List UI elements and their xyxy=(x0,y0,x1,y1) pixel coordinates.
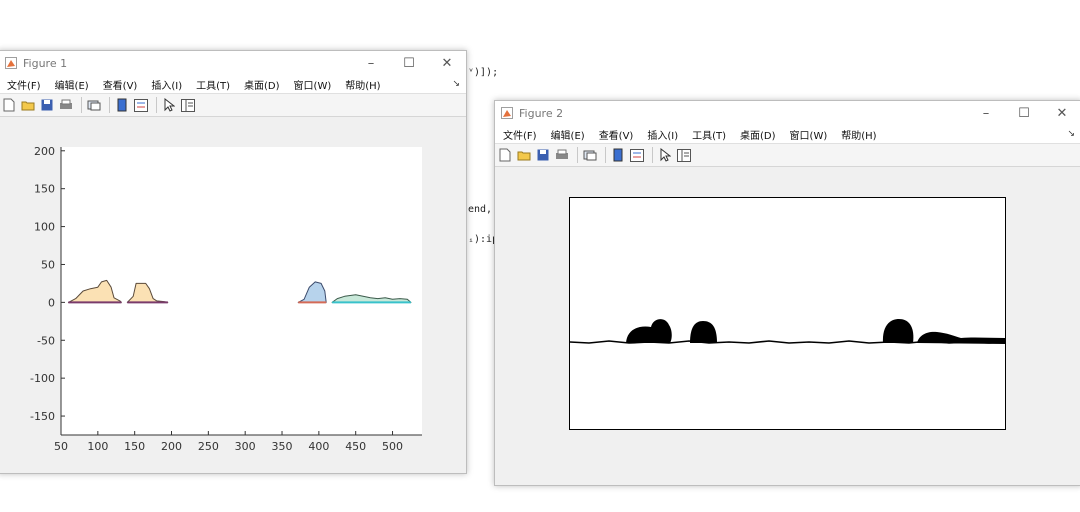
figure2-window[interactable]: Figure 2 – ☐ ✕ 文件(F) 编辑(E) 查看(V) 插入(I) 工… xyxy=(494,100,1080,486)
y-tick-label: 200 xyxy=(34,145,55,158)
x-tick-label: 350 xyxy=(272,440,293,453)
insert-legend-icon[interactable] xyxy=(629,147,645,163)
menubar-overflow-icon[interactable]: ↘ xyxy=(1067,129,1075,139)
figure1-plot[interactable]: 200150100500-50-100-15050 100 150 200 250 300… xyxy=(0,115,464,471)
y-tick-label: -50 xyxy=(37,334,55,347)
code-fragment-3: end, xyxy=(468,204,493,215)
x-tick-label: 400 xyxy=(308,440,329,453)
menu-view[interactable]: 查看(V) xyxy=(103,77,138,92)
link-plot-icon[interactable] xyxy=(582,147,598,163)
save-icon[interactable] xyxy=(39,97,55,113)
toolbar-separator xyxy=(605,147,606,163)
menu-insert[interactable]: 插入(I) xyxy=(647,127,678,142)
menu-edit[interactable]: 编辑(E) xyxy=(55,77,89,92)
x-tick-label: 300 xyxy=(235,440,256,453)
menu-insert[interactable]: 插入(I) xyxy=(151,77,182,92)
menu-desktop[interactable]: 桌面(D) xyxy=(740,127,776,142)
toolbar-separator xyxy=(156,97,157,113)
menu-file[interactable]: 文件(F) xyxy=(7,77,41,92)
menubar-overflow-icon[interactable]: ↘ xyxy=(452,79,460,89)
code-fragment-1: ᵛ)]); xyxy=(468,67,499,78)
minimize-button[interactable]: – xyxy=(967,101,1005,125)
x-tick-label: 50 xyxy=(54,440,68,453)
figure2-titlebar[interactable]: Figure 2 – ☐ ✕ xyxy=(495,101,1080,125)
figure2-toolbar xyxy=(495,143,1080,167)
menu-help[interactable]: 帮助(H) xyxy=(345,77,380,92)
maximize-button[interactable]: ☐ xyxy=(1005,101,1043,125)
property-inspector-icon[interactable] xyxy=(676,147,692,163)
menu-window[interactable]: 窗口(W) xyxy=(790,127,828,142)
figure1-axes-area[interactable]: 200 150 100 50 0 -50 -100 -150 50 100 150 200 250 300… xyxy=(0,115,464,471)
close-button[interactable]: ✕ xyxy=(1043,101,1080,125)
insert-colorbar-icon[interactable] xyxy=(610,147,626,163)
figure1-window[interactable]: Figure 1 – ☐ ✕ 文件(F) 编辑(E) 查看(V) 插入(I) 工… xyxy=(0,50,467,474)
print-icon[interactable] xyxy=(554,147,570,163)
plot-background xyxy=(61,147,422,435)
y-tick-label: 50 xyxy=(41,258,55,271)
menu-desktop[interactable]: 桌面(D) xyxy=(244,77,280,92)
x-tick-label: 150 xyxy=(124,440,145,453)
link-plot-icon[interactable] xyxy=(86,97,102,113)
figure2-title: Figure 2 xyxy=(519,106,564,120)
close-button[interactable]: ✕ xyxy=(428,51,466,75)
new-figure-icon[interactable] xyxy=(1,97,17,113)
property-inspector-icon[interactable] xyxy=(180,97,196,113)
figure1-titlebar[interactable]: Figure 1 – ☐ ✕ xyxy=(0,51,466,75)
edit-plot-arrow-icon[interactable] xyxy=(161,97,177,113)
menu-view[interactable]: 查看(V) xyxy=(599,127,634,142)
print-icon[interactable] xyxy=(58,97,74,113)
toolbar-separator xyxy=(81,97,82,113)
edit-plot-arrow-icon[interactable] xyxy=(657,147,673,163)
menu-tools[interactable]: 工具(T) xyxy=(196,77,230,92)
y-tick-label: -150 xyxy=(30,410,55,423)
menu-window[interactable]: 窗口(W) xyxy=(294,77,332,92)
toolbar-separator xyxy=(577,147,578,163)
figure1-menubar: 文件(F) 编辑(E) 查看(V) 插入(I) 工具(T) 桌面(D) 窗口(W… xyxy=(0,75,466,93)
minimize-button[interactable]: – xyxy=(352,51,390,75)
y-tick-label: -100 xyxy=(30,372,55,385)
menu-tools[interactable]: 工具(T) xyxy=(692,127,726,142)
x-tick-label: 450 xyxy=(345,440,366,453)
menu-edit[interactable]: 编辑(E) xyxy=(551,127,585,142)
menu-file[interactable]: 文件(F) xyxy=(503,127,537,142)
open-file-icon[interactable] xyxy=(516,147,532,163)
x-tick-label: 100 xyxy=(87,440,108,453)
y-tick-label: 150 xyxy=(34,183,55,196)
figure2-menubar: 文件(F) 编辑(E) 查看(V) 插入(I) 工具(T) 桌面(D) 窗口(W… xyxy=(495,125,1080,143)
maximize-button[interactable]: ☐ xyxy=(390,51,428,75)
figure1-title: Figure 1 xyxy=(23,56,68,70)
figure1-toolbar xyxy=(0,93,466,117)
matlab-icon xyxy=(501,107,513,119)
open-file-icon[interactable] xyxy=(20,97,36,113)
save-icon[interactable] xyxy=(535,147,551,163)
insert-legend-icon[interactable] xyxy=(133,97,149,113)
x-tick-label: 200 xyxy=(161,440,182,453)
y-tick-label: 0 xyxy=(48,296,55,309)
y-tick-label: 100 xyxy=(34,221,55,234)
insert-colorbar-icon[interactable] xyxy=(114,97,130,113)
figure2-binary-image[interactable] xyxy=(569,197,1007,431)
x-tick-label: 500 xyxy=(382,440,403,453)
toolbar-separator xyxy=(652,147,653,163)
x-tick-label: 250 xyxy=(198,440,219,453)
matlab-icon xyxy=(5,57,17,69)
new-figure-icon[interactable] xyxy=(497,147,513,163)
toolbar-separator xyxy=(109,97,110,113)
menu-help[interactable]: 帮助(H) xyxy=(841,127,876,142)
